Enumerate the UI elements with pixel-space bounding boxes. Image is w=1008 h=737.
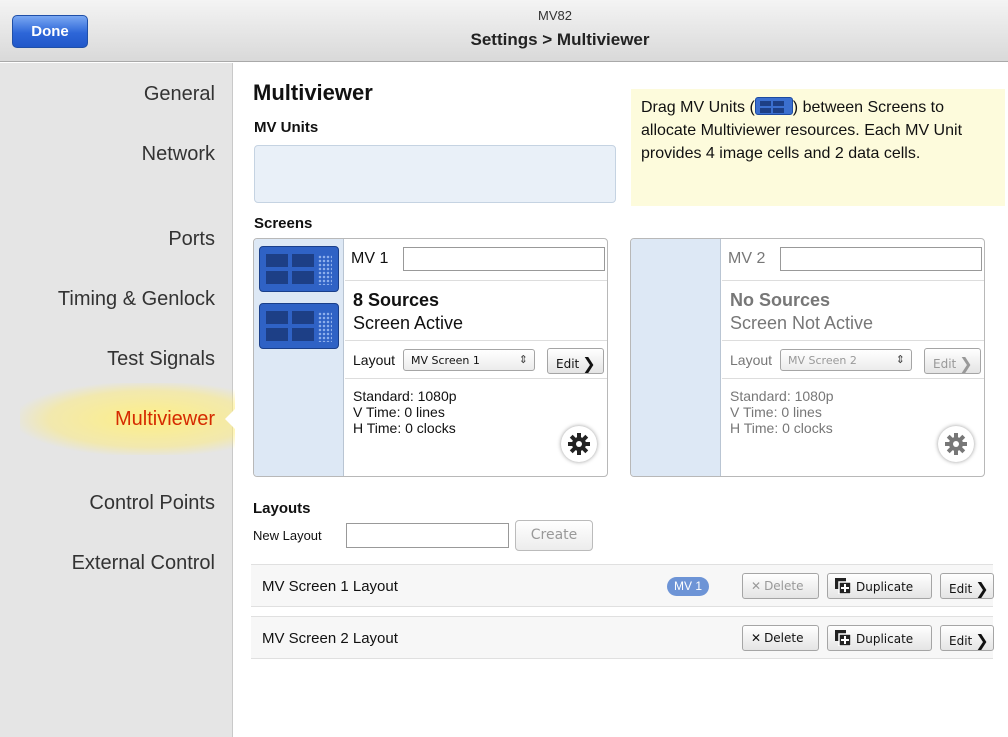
delete-button[interactable]: ✕ Delete [742, 573, 819, 599]
duplicate-button[interactable]: Duplicate [827, 625, 932, 651]
duplicate-label: Duplicate [856, 580, 914, 594]
h-time-text: H Time: 0 clocks [353, 420, 456, 436]
delete-label: Delete [764, 579, 804, 593]
screen-unit-slot[interactable] [254, 239, 344, 476]
layout-name: MV Screen 2 Layout [262, 630, 398, 647]
edit-label: Edit [933, 357, 957, 371]
screen-name-input[interactable] [403, 247, 605, 271]
screen-card-mv1: MV 1 8 Sources Screen Active Layout MV S… [253, 238, 608, 477]
sidebar-item-network[interactable]: Network [142, 143, 215, 166]
screen-card-mv2: MV 2 No Sources Screen Not Active Layout… [630, 238, 985, 477]
edit-label: Edit [556, 357, 580, 371]
duplicate-button[interactable]: Duplicate [827, 573, 932, 599]
delete-label: Delete [764, 631, 804, 645]
screen-name-label: MV 1 [351, 250, 389, 267]
new-layout-label: New Layout [253, 528, 322, 543]
duplicate-label: Duplicate [856, 632, 914, 646]
layout-list-item: MV Screen 2 Layout ✕ Delete Duplicate Edi… [251, 616, 994, 659]
sidebar-item-external-control[interactable]: External Control [72, 552, 215, 575]
device-name: MV82 [538, 8, 572, 23]
mv-unit-icon[interactable] [259, 303, 339, 349]
screen-name-label: MV 2 [728, 250, 766, 267]
layout-select[interactable]: MV Screen 1 ⇕ [403, 349, 535, 371]
hint-text-before: Drag MV Units ( [641, 99, 755, 116]
delete-button[interactable]: ✕ Delete [742, 625, 819, 651]
chevron-right-icon: ❯ [975, 579, 989, 598]
layout-select-value: MV Screen 1 [411, 354, 480, 367]
page-title: Settings > Multiviewer [470, 30, 650, 49]
screen-status: Screen Active [353, 313, 464, 333]
screen-status: Screen Not Active [730, 313, 874, 333]
chevron-right-icon: ❯ [582, 354, 596, 373]
mv-unit-icon[interactable] [259, 246, 339, 292]
close-icon: ✕ [751, 631, 762, 645]
chevron-right-icon: ❯ [959, 354, 973, 373]
layout-select[interactable]: MV Screen 2 ⇕ [780, 349, 912, 371]
sidebar-item-general[interactable]: General [144, 83, 215, 106]
mv-units-heading: MV Units [254, 119, 319, 136]
screen-name-input[interactable] [780, 247, 982, 271]
gear-icon [568, 433, 590, 455]
v-time-text: V Time: 0 lines [353, 404, 445, 420]
screen-unit-slot[interactable] [631, 239, 721, 476]
screen-info: Standard: 1080p V Time: 0 lines H Time: … [353, 388, 457, 436]
layout-edit-button[interactable]: Edit ❯ [547, 348, 604, 374]
new-layout-input[interactable] [346, 523, 509, 548]
duplicate-icon [835, 630, 852, 647]
close-icon: ✕ [751, 579, 762, 593]
layouts-heading: Layouts [253, 500, 311, 517]
v-time-text: V Time: 0 lines [730, 404, 822, 420]
screen-settings-button[interactable] [938, 426, 974, 462]
edit-label: Edit [949, 582, 973, 596]
source-count: No Sources [730, 290, 831, 310]
layout-label: Layout [730, 352, 773, 368]
chevron-right-icon: ❯ [975, 631, 989, 650]
help-hint: Drag MV Units () between Screens to allo… [631, 89, 1005, 206]
sidebar: General Network Ports Timing & Genlock T… [0, 63, 235, 737]
screen-settings-button[interactable] [561, 426, 597, 462]
layout-list-item: MV Screen 1 Layout MV 1 ✕ Delete Duplicat… [251, 564, 994, 607]
layout-edit-button[interactable]: Edit ❯ [924, 348, 981, 374]
standard-text: Standard: 1080p [353, 388, 457, 404]
sidebar-item-multiviewer[interactable]: Multiviewer [115, 408, 215, 431]
layout-edit-button[interactable]: Edit ❯ [940, 573, 994, 599]
gear-icon [945, 433, 967, 455]
source-count: 8 Sources [353, 290, 440, 310]
create-button[interactable]: Create [515, 520, 593, 551]
top-bar: Done MV82 Settings > Multiviewer [0, 0, 1008, 62]
sidebar-item-test-signals[interactable]: Test Signals [107, 348, 215, 371]
main-panel: Multiviewer MV Units Drag MV Units () be… [234, 63, 1008, 737]
select-arrows-icon: ⇕ [518, 353, 528, 366]
sidebar-item-timing-genlock[interactable]: Timing & Genlock [58, 288, 215, 311]
mv-unit-icon [754, 97, 793, 115]
layout-in-use-badge: MV 1 [667, 577, 709, 596]
sidebar-item-ports[interactable]: Ports [168, 228, 215, 251]
layout-select-value: MV Screen 2 [788, 354, 857, 367]
layout-label: Layout [353, 352, 396, 368]
h-time-text: H Time: 0 clocks [730, 420, 833, 436]
layout-name: MV Screen 1 Layout [262, 578, 398, 595]
section-title: Multiviewer [253, 80, 373, 105]
edit-label: Edit [949, 634, 973, 648]
duplicate-icon [835, 578, 852, 595]
layout-edit-button[interactable]: Edit ❯ [940, 625, 994, 651]
screen-info: Standard: 1080p V Time: 0 lines H Time: … [730, 388, 834, 436]
sidebar-item-control-points[interactable]: Control Points [89, 492, 215, 515]
standard-text: Standard: 1080p [730, 388, 834, 404]
screens-heading: Screens [254, 215, 313, 232]
mv-units-pool[interactable] [254, 145, 616, 203]
select-arrows-icon: ⇕ [895, 353, 905, 366]
